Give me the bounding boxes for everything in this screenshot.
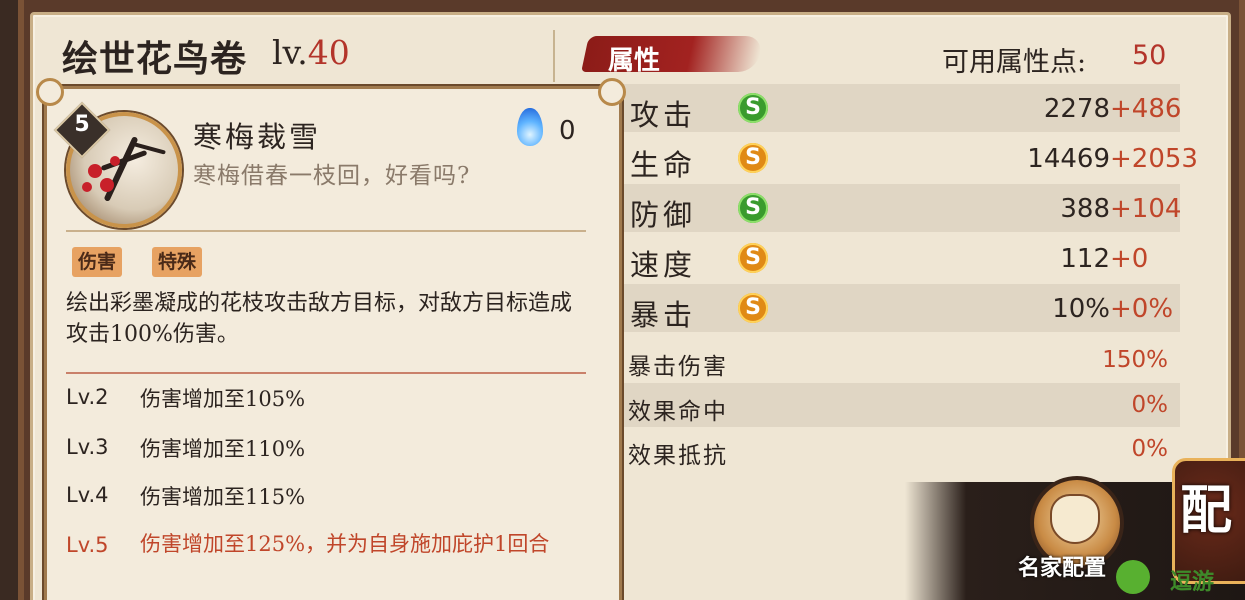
level-number: 40 xyxy=(307,33,350,72)
skill-tag-damage: 伤害 xyxy=(72,247,123,277)
attribute-row-speed: 速度 S 112 +0 xyxy=(620,234,1180,282)
upgrade-level: Lv.4 xyxy=(66,483,109,507)
attribute-name: 速度 xyxy=(630,248,697,282)
upgrade-text: 伤害增加至125%，并为自身施加庇护1回合 xyxy=(140,532,550,556)
skill-name: 寒梅裁雪 xyxy=(193,120,322,154)
upgrade-level: Lv.3 xyxy=(66,435,109,459)
upgrade-text: 伤害增加至110% xyxy=(140,437,306,461)
attribute-name: 暴击伤害 xyxy=(628,354,728,380)
green-rank-icon: S xyxy=(738,193,768,223)
attribute-row-effect-resist: 效果抵抗 0% xyxy=(620,427,1180,471)
attribute-bonus: +486 xyxy=(1110,94,1182,124)
attribute-base: 388 xyxy=(1060,194,1110,224)
attribute-name: 暴击 xyxy=(630,298,697,332)
blue-flame-icon xyxy=(517,108,543,146)
attribute-value: 0% xyxy=(1131,436,1169,462)
attribute-name: 攻击 xyxy=(630,98,697,132)
orange-rank-icon: S xyxy=(738,293,768,323)
famous-config-label: 名家配置 xyxy=(1018,555,1107,581)
green-rank-icon: S xyxy=(738,93,768,123)
card-corner-ornament-icon xyxy=(598,78,626,106)
attribute-row-attack: 攻击 S 2278 +486 xyxy=(620,84,1182,132)
orange-rank-icon: S xyxy=(738,243,768,273)
attribute-name: 生命 xyxy=(630,148,697,182)
config-button-label: 配 xyxy=(1180,480,1233,541)
divider xyxy=(66,230,586,232)
attribute-value: 150% xyxy=(1102,347,1168,373)
attribute-base: 2278 xyxy=(1043,94,1110,124)
attribute-row-hp: 生命 S 14469 +2053 xyxy=(620,134,1198,182)
orange-rank-icon: S xyxy=(738,143,768,173)
skill-description: 绘出彩墨凝成的花枝攻击敌方目标，对敌方目标造成攻击100%伤害。 xyxy=(66,291,573,347)
attribute-name: 防御 xyxy=(630,198,697,232)
attribute-bonus: +2053 xyxy=(1110,144,1198,174)
skill-tag-special: 特殊 xyxy=(152,247,203,277)
attribute-base: 10% xyxy=(1052,294,1110,324)
attribute-bonus: +0% xyxy=(1110,294,1174,324)
card-corner-ornament-icon xyxy=(36,78,64,106)
character-name: 绘世花鸟卷 xyxy=(62,38,248,80)
upgrade-text: 伤害增加至115% xyxy=(140,485,306,509)
divider xyxy=(66,372,586,374)
skill-level-badge-number: 5 xyxy=(74,112,90,137)
watermark-text: 逗游 xyxy=(1170,570,1215,595)
attribute-base: 112 xyxy=(1060,244,1110,274)
character-level: lv.40 xyxy=(272,33,350,72)
available-points-value: 50 xyxy=(1132,40,1167,71)
attribute-name: 效果命中 xyxy=(628,399,728,425)
level-prefix: lv. xyxy=(272,33,308,72)
upgrade-level: Lv.5 xyxy=(66,533,109,557)
attribute-name: 效果抵抗 xyxy=(628,443,728,469)
attribute-row-crit-damage: 暴击伤害 150% xyxy=(620,338,1180,382)
upgrade-level: Lv.2 xyxy=(66,385,109,409)
attribute-row-effect-hit: 效果命中 0% xyxy=(620,383,1180,427)
upgrade-text: 伤害增加至105% xyxy=(140,387,306,411)
attribute-bonus: +0 xyxy=(1110,244,1149,274)
fox-mask-icon xyxy=(1050,494,1100,544)
attribute-value: 0% xyxy=(1131,392,1169,418)
game-screen: 绘世花鸟卷 lv.40 属性 可用属性点: 50 攻击 S 2278 +486 … xyxy=(0,0,1245,600)
available-points-label: 可用属性点: xyxy=(942,47,1087,78)
skill-cost: 0 xyxy=(559,116,576,146)
attribute-row-defense: 防御 S 388 +104 xyxy=(620,184,1182,232)
attributes-title: 属性 xyxy=(608,46,661,76)
attribute-bonus: +104 xyxy=(1110,194,1182,224)
header-divider xyxy=(553,30,555,82)
watermark-logo-icon xyxy=(1116,560,1150,594)
skill-quote: 寒梅借春一枝回，好看吗? xyxy=(193,163,471,189)
attribute-base: 14469 xyxy=(1027,144,1110,174)
attribute-row-crit: 暴击 S 10% +0% xyxy=(620,284,1180,332)
